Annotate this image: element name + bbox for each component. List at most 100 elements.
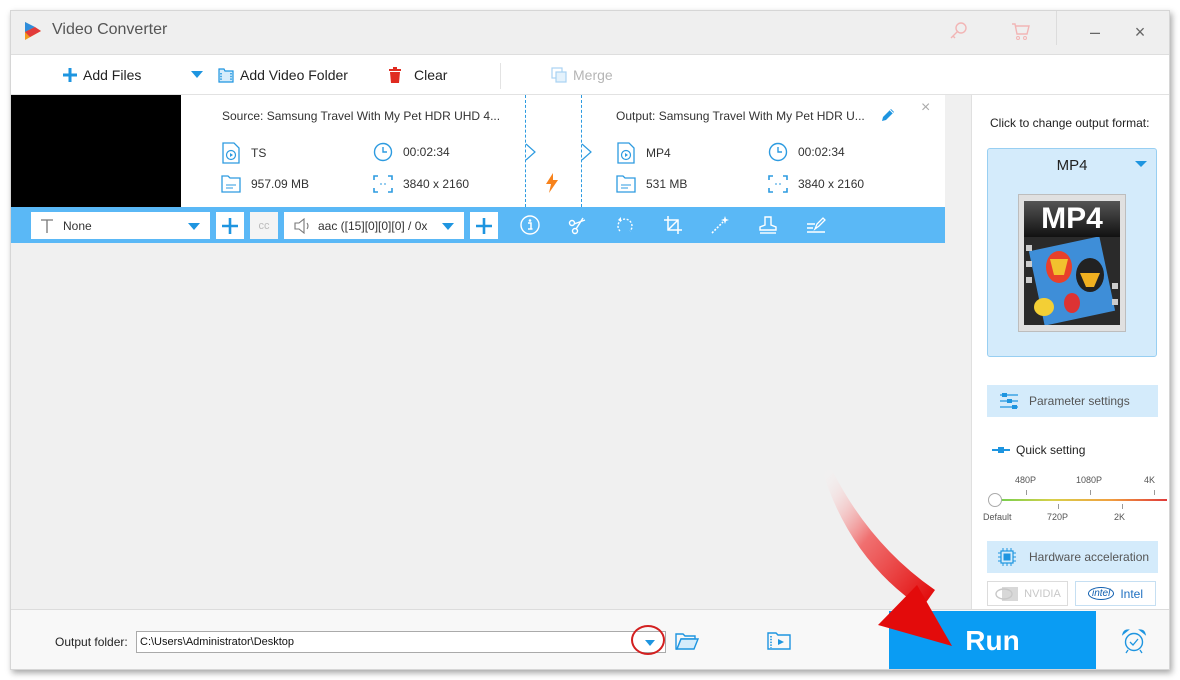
- quality-label-default: Default: [983, 512, 1012, 522]
- output-format-name: MP4: [1056, 157, 1088, 174]
- video-folder-browse-icon[interactable]: [767, 631, 791, 651]
- subtitle-select[interactable]: None: [31, 212, 210, 239]
- clear-label: Clear: [414, 67, 448, 83]
- change-format-label: Click to change output format:: [990, 116, 1150, 130]
- parameter-settings-label: Parameter settings: [1029, 394, 1130, 408]
- sliders-icon: [1000, 393, 1018, 409]
- nvidia-label: NVIDIA: [1024, 587, 1061, 600]
- clear-button[interactable]: Clear: [388, 55, 447, 95]
- merge-label: Merge: [573, 67, 613, 83]
- output-resolution: 3840 x 2160: [768, 175, 864, 193]
- quality-label-2k: 2K: [1114, 512, 1126, 522]
- quality-label-4k: 4K: [1144, 475, 1156, 485]
- source-size-value: 957.09 MB: [251, 177, 310, 191]
- edit-toolbar: None cc aac ([15][0][0][0] / 0x(: [11, 207, 945, 243]
- minimize-button[interactable]: –: [1084, 21, 1106, 43]
- intel-logo-icon: intel: [1087, 587, 1115, 600]
- tick: [1026, 490, 1027, 495]
- remove-file-button[interactable]: ×: [921, 99, 930, 117]
- output-format-selector[interactable]: MP4 MP4: [987, 148, 1157, 357]
- resolution-icon: [768, 175, 788, 193]
- parameter-settings-button[interactable]: Parameter settings: [987, 385, 1158, 417]
- output-duration: 00:02:34: [768, 142, 845, 162]
- quality-label-720p: 720P: [1047, 512, 1069, 522]
- watermark-stamp-icon[interactable]: [757, 214, 779, 236]
- tick: [1154, 490, 1155, 495]
- source-format: TS: [221, 142, 266, 164]
- audio-track-select[interactable]: aac ([15][0][0][0] / 0x(: [284, 212, 464, 239]
- merge-icon: [551, 67, 567, 83]
- annotation-circle: [631, 625, 665, 655]
- app-window: Video Converter – × Add Files Add Video …: [10, 10, 1170, 670]
- info-icon[interactable]: [519, 214, 541, 236]
- hardware-acceleration-button[interactable]: Hardware acceleration: [987, 541, 1158, 573]
- toolbar-separator: [500, 63, 501, 89]
- key-icon[interactable]: [947, 20, 969, 42]
- add-audio-button[interactable]: [470, 212, 498, 239]
- nvidia-button[interactable]: NVIDIA: [987, 581, 1068, 606]
- video-file-icon: [617, 142, 635, 164]
- video-thumbnail[interactable]: [11, 95, 181, 207]
- tick: [1122, 504, 1123, 509]
- output-size: 531 MB: [616, 175, 687, 193]
- app-logo-icon: [25, 22, 41, 40]
- output-title: Output: Samsung Travel With My Pet HDR U…: [616, 109, 865, 123]
- add-subtitle-button[interactable]: [216, 212, 244, 239]
- subtitle-edit-icon[interactable]: [805, 214, 827, 236]
- source-duration: 00:02:34: [373, 142, 450, 162]
- scissors-icon[interactable]: [566, 214, 588, 236]
- folder-file-icon: [616, 175, 636, 193]
- add-files-dropdown-icon[interactable]: [191, 71, 203, 79]
- hardware-acceleration-label: Hardware acceleration: [1029, 550, 1150, 564]
- rotate-icon[interactable]: [614, 214, 636, 236]
- source-title: Source: Samsung Travel With My Pet HDR U…: [222, 109, 501, 123]
- intel-label: Intel: [1120, 586, 1144, 601]
- quality-slider-thumb[interactable]: [988, 493, 1002, 507]
- text-icon: [41, 218, 53, 233]
- open-folder-icon[interactable]: [675, 631, 699, 651]
- tick: [1090, 490, 1091, 495]
- plus-icon: [63, 68, 77, 82]
- audio-track-value: aac ([15][0][0][0] / 0x(: [318, 218, 428, 233]
- quality-label-480p: 480P: [1015, 475, 1037, 485]
- quick-setting-title: Quick setting: [992, 443, 1085, 457]
- add-files-button[interactable]: Add Files: [63, 55, 141, 95]
- source-resolution: 3840 x 2160: [373, 175, 469, 193]
- cart-icon[interactable]: [1010, 20, 1032, 42]
- mp4-banner: MP4: [1024, 201, 1120, 237]
- resolution-icon: [373, 175, 393, 193]
- title-bar: Video Converter – ×: [11, 11, 1169, 55]
- app-title: Video Converter: [52, 21, 168, 38]
- nvidia-logo-icon: [995, 586, 1019, 601]
- cc-button[interactable]: cc: [250, 212, 278, 239]
- intel-button[interactable]: intel Intel: [1075, 581, 1156, 606]
- trash-icon: [389, 67, 401, 83]
- source-resolution-value: 3840 x 2160: [403, 177, 470, 191]
- speaker-icon: [294, 217, 309, 234]
- tick: [1058, 504, 1059, 509]
- plus-icon: [222, 217, 238, 234]
- clock-icon: [768, 142, 788, 162]
- close-button[interactable]: ×: [1129, 21, 1151, 43]
- quality-slider[interactable]: 480P 1080P 4K Default 720P 2K: [983, 465, 1167, 525]
- cc-icon: cc: [258, 219, 270, 232]
- merge-button[interactable]: Merge: [551, 55, 613, 95]
- arrow-right-icon: [525, 143, 536, 161]
- titlebar-separator: [1056, 11, 1057, 45]
- run-button[interactable]: Run: [889, 611, 1096, 669]
- folder-file-icon: [221, 175, 241, 193]
- output-folder-input[interactable]: [136, 631, 666, 653]
- source-format-value: TS: [251, 146, 267, 160]
- effects-wand-icon[interactable]: [709, 214, 731, 236]
- edit-pencil-icon[interactable]: [880, 107, 896, 123]
- crop-icon[interactable]: [662, 214, 684, 236]
- main-toolbar: Add Files Add Video Folder Clear Merge: [11, 55, 1169, 95]
- chevron-down-icon: [442, 223, 454, 230]
- add-video-folder-button[interactable]: Add Video Folder: [218, 55, 348, 95]
- lightning-icon[interactable]: [545, 173, 559, 193]
- alarm-clock-icon[interactable]: [1121, 628, 1147, 654]
- add-files-label: Add Files: [83, 67, 142, 83]
- quick-setting-icon: [992, 447, 1010, 453]
- output-settings-panel: Click to change output format: MP4 MP4 P…: [971, 95, 1169, 609]
- source-duration-value: 00:02:34: [403, 145, 450, 159]
